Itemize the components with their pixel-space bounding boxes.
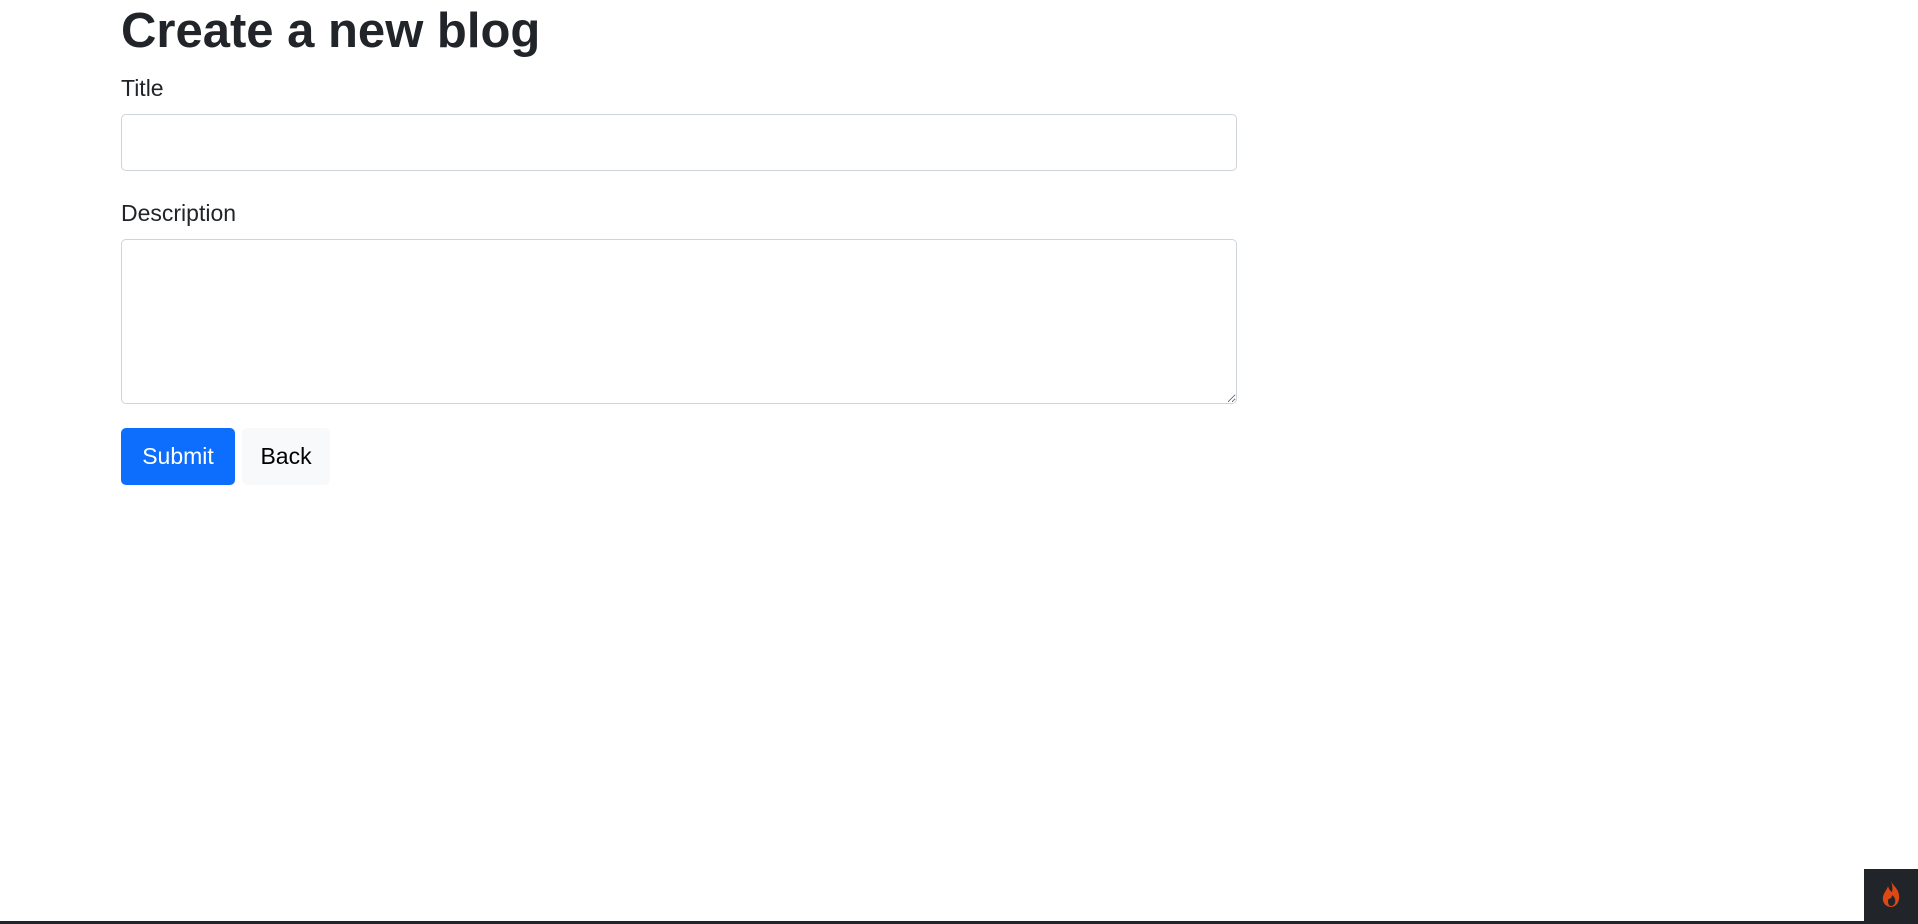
submit-button[interactable]: Submit: [121, 428, 235, 485]
back-button[interactable]: Back: [242, 428, 330, 485]
main-container: Create a new blog Title Description Subm…: [121, 0, 1237, 485]
page: Create a new blog Title Description Subm…: [0, 0, 1918, 924]
debug-toolbar-toggle[interactable]: [1864, 869, 1918, 924]
description-label: Description: [121, 200, 237, 226]
title-input[interactable]: [121, 114, 1237, 171]
form-actions: Submit Back: [121, 428, 1237, 485]
title-group: Title: [121, 74, 1237, 171]
title-label: Title: [121, 75, 164, 101]
page-title: Create a new blog: [121, 4, 541, 58]
create-blog-form: Title Description Submit Back: [121, 74, 1237, 485]
flame-icon: [1878, 879, 1904, 914]
description-textarea[interactable]: [121, 239, 1237, 404]
description-group: Description: [121, 199, 1237, 404]
